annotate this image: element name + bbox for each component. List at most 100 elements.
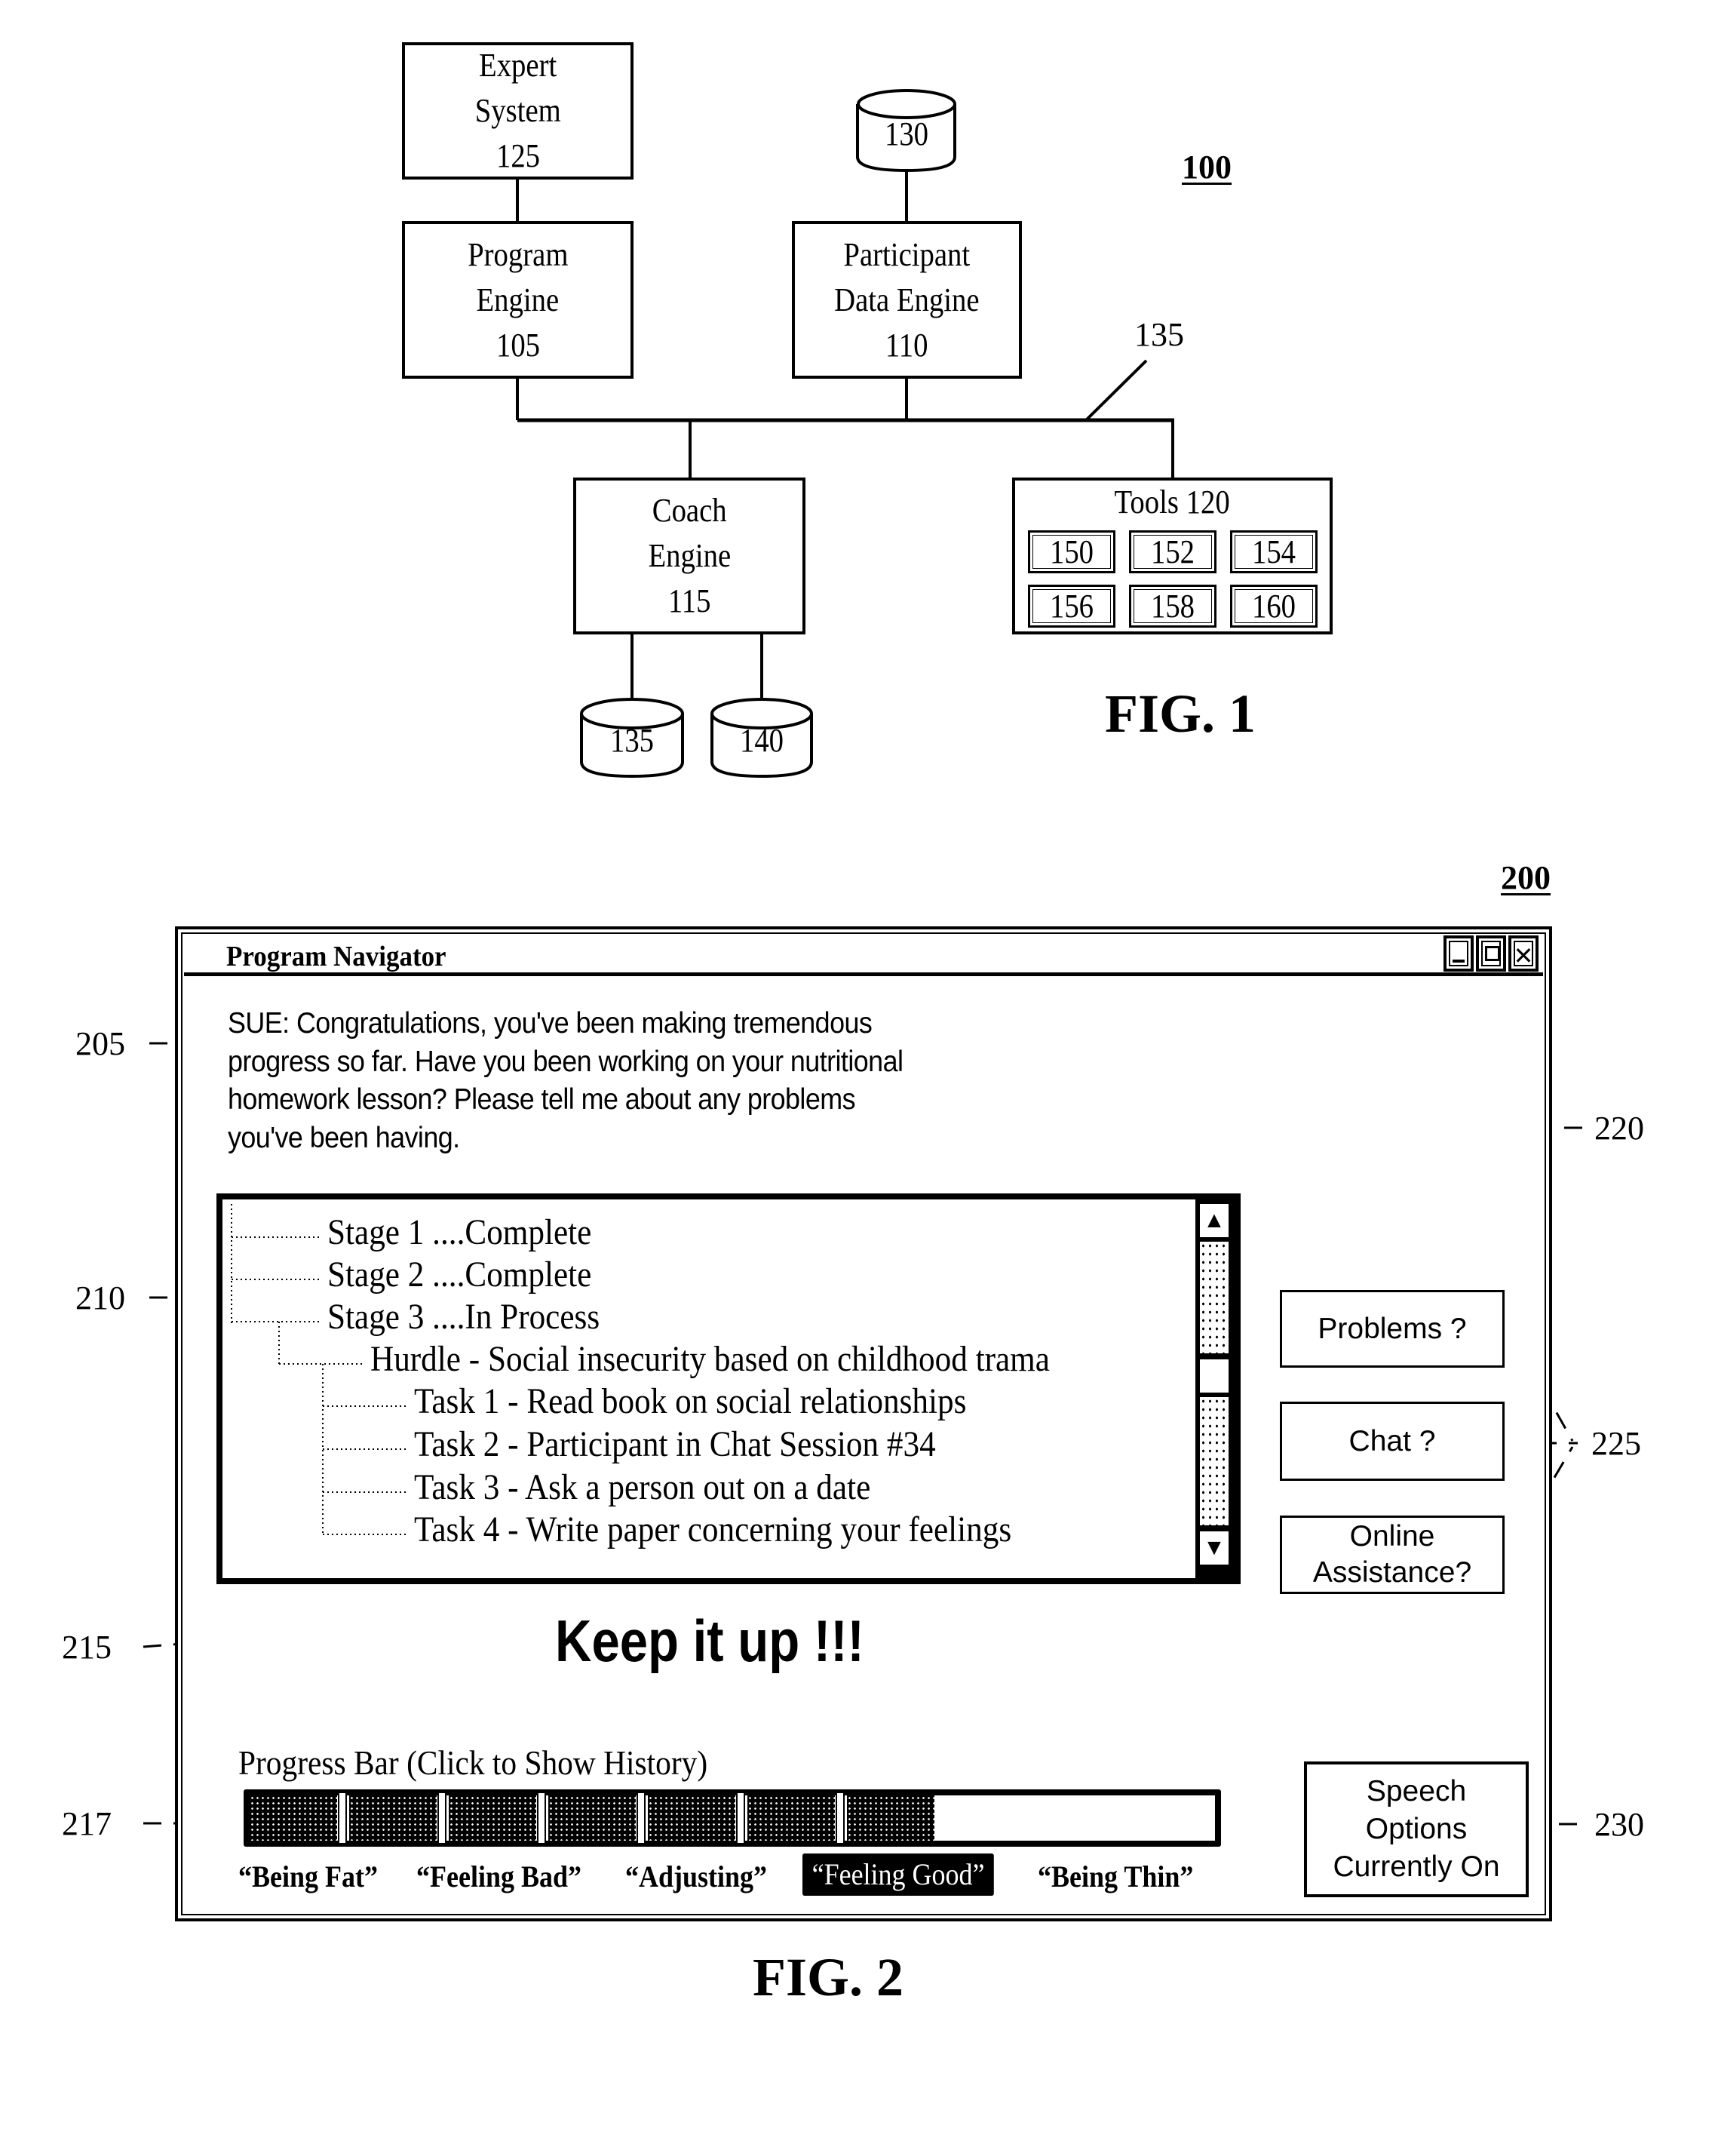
network-ref-label: 135 xyxy=(1134,316,1184,353)
expert-system-line-1: Expert xyxy=(478,47,557,84)
tree-item-stage-1[interactable]: Stage 1 ....Complete xyxy=(327,1212,591,1254)
tool-160: 160 xyxy=(1230,585,1318,628)
title-bar[interactable]: Program Navigator ✕ xyxy=(184,934,1543,976)
close-button[interactable]: ✕ xyxy=(1508,935,1539,972)
speech-options-line-1: Speech xyxy=(1366,1775,1467,1807)
online-assistance-label-2: Assistance? xyxy=(1312,1556,1472,1589)
scroll-down-button[interactable]: ▼ xyxy=(1200,1531,1229,1565)
speech-options-button[interactable]: Speech Options Currently On xyxy=(1304,1761,1529,1897)
progress-segment xyxy=(747,1795,835,1841)
participant-engine-line-2: Data Engine xyxy=(834,281,980,318)
progress-segment xyxy=(648,1795,735,1841)
tool-158: 158 xyxy=(1129,585,1216,628)
chat-button-label: Chat ? xyxy=(1348,1424,1436,1457)
speech-options-line-3: Currently On xyxy=(1333,1850,1500,1883)
coach-engine-line-2: Engine xyxy=(648,537,731,574)
tree-item-hurdle[interactable]: Hurdle - Social insecurity based on chil… xyxy=(370,1338,1050,1381)
scroll-track-upper[interactable] xyxy=(1200,1242,1229,1353)
scroll-up-icon: ▲ xyxy=(1203,1208,1226,1233)
tree-scrollbar[interactable]: ▲ ▼ xyxy=(1195,1199,1235,1578)
tree-item-task-1[interactable]: Task 1 - Read book on social relationshi… xyxy=(414,1381,966,1423)
problems-button-label: Problems ? xyxy=(1318,1312,1467,1345)
coach-message-line-3: homework lesson? Please tell me about an… xyxy=(228,1083,856,1116)
tool-154: 154 xyxy=(1230,530,1318,573)
scroll-up-button[interactable]: ▲ xyxy=(1200,1204,1229,1237)
expert-system-line-3: 125 xyxy=(495,137,540,174)
callout-220: 220 xyxy=(1594,1110,1644,1147)
coach-message-line-4: you've been having. xyxy=(228,1121,460,1154)
tool-156-label: 156 xyxy=(1049,588,1094,625)
stage-label-adjusting: “Adjusting” xyxy=(625,1860,768,1893)
tree-item-stage-2[interactable]: Stage 2 ....Complete xyxy=(327,1254,591,1296)
stage-label-feeling-good-current: “Feeling Good” xyxy=(802,1853,995,1896)
stage-label-being-thin: “Being Thin” xyxy=(1038,1860,1194,1893)
tool-154-label: 154 xyxy=(1251,533,1296,570)
progress-segment-divider xyxy=(537,1793,546,1843)
tree-item-stage-3[interactable]: Stage 3 ....In Process xyxy=(327,1296,600,1338)
tool-158-label: 158 xyxy=(1150,588,1195,625)
progress-segment xyxy=(847,1795,934,1841)
progress-bar-label[interactable]: Progress Bar (Click to Show History) xyxy=(238,1743,707,1783)
coach-message-line-2: progress so far. Have you been working o… xyxy=(228,1045,904,1078)
scroll-track-lower[interactable] xyxy=(1200,1397,1229,1525)
tool-160-label: 160 xyxy=(1251,588,1296,625)
fig2-caption: FIG. 2 xyxy=(753,1947,904,2007)
stage-label-feeling-bad: “Feeling Bad” xyxy=(416,1860,582,1893)
coach-message-line-1: SUE: Congratulations, you've been making… xyxy=(228,1007,873,1040)
participant-engine-line-1: Participant xyxy=(843,235,971,273)
close-icon: ✕ xyxy=(1513,941,1534,970)
tool-152-label: 152 xyxy=(1150,533,1195,570)
progress-segment-divider xyxy=(637,1793,646,1843)
callout-210: 210 xyxy=(75,1279,125,1316)
stage-label-being-fat: “Being Fat” xyxy=(238,1860,378,1893)
progress-segment xyxy=(349,1795,437,1841)
database-135-label: 135 xyxy=(609,722,655,759)
speech-options-line-2: Options xyxy=(1365,1813,1468,1845)
program-engine-box: Program Engine 105 xyxy=(402,221,634,379)
coach-engine-line-1: Coach xyxy=(652,492,727,529)
problems-button[interactable]: Problems ? xyxy=(1280,1290,1505,1368)
coach-engine-box: Coach Engine 115 xyxy=(573,478,805,634)
progress-segment xyxy=(548,1795,636,1841)
coach-engine-line-3: 115 xyxy=(667,582,711,619)
chat-button[interactable]: Chat ? xyxy=(1280,1402,1505,1481)
progress-bar[interactable] xyxy=(244,1789,1221,1847)
scroll-down-icon: ▼ xyxy=(1203,1535,1226,1560)
tool-152: 152 xyxy=(1129,530,1216,573)
program-tree-panel: Stage 1 ....Complete Stage 2 ....Complet… xyxy=(216,1193,1241,1584)
tool-150: 150 xyxy=(1028,530,1115,573)
window-title: Program Navigator xyxy=(226,941,446,972)
participant-data-engine-box: Participant Data Engine 110 xyxy=(792,221,1022,379)
program-engine-line-2: Engine xyxy=(476,281,560,318)
expert-system-line-2: System xyxy=(474,92,561,129)
scroll-thumb[interactable] xyxy=(1200,1359,1229,1393)
tree-item-task-2[interactable]: Task 2 - Participant in Chat Session #34 xyxy=(414,1424,936,1466)
tools-title: Tools 120 xyxy=(1114,484,1231,521)
minimize-button[interactable] xyxy=(1443,935,1474,972)
tree-item-task-4[interactable]: Task 4 - Write paper concerning your fee… xyxy=(414,1509,1011,1551)
fig2-ref-label: 200 xyxy=(1501,859,1551,896)
expert-system-box: Expert System 125 xyxy=(402,42,634,180)
encouragement-message: Keep it up !!! xyxy=(555,1608,864,1674)
restore-icon xyxy=(1485,946,1500,961)
progress-segment-divider xyxy=(836,1793,845,1843)
tool-150-label: 150 xyxy=(1049,533,1094,570)
participant-engine-line-3: 110 xyxy=(885,326,928,364)
database-140-label: 140 xyxy=(739,722,784,759)
program-engine-line-3: 105 xyxy=(495,326,540,364)
network-leader-line xyxy=(1085,359,1148,422)
callout-215: 215 xyxy=(62,1629,112,1666)
progress-bar-track xyxy=(250,1793,1215,1843)
progress-segment-divider xyxy=(437,1793,446,1843)
online-assistance-button[interactable]: Online Assistance? xyxy=(1280,1516,1505,1594)
tree-item-task-3[interactable]: Task 3 - Ask a person out on a date xyxy=(414,1467,870,1509)
progress-segment-divider xyxy=(736,1793,745,1843)
callout-230: 230 xyxy=(1594,1806,1644,1843)
restore-button[interactable] xyxy=(1476,935,1506,972)
program-engine-line-1: Program xyxy=(467,235,569,273)
progress-segment xyxy=(250,1795,337,1841)
window-controls: ✕ xyxy=(1443,935,1539,972)
progress-segment-divider xyxy=(338,1793,347,1843)
tool-156: 156 xyxy=(1028,585,1115,628)
database-130-label: 130 xyxy=(884,115,929,152)
